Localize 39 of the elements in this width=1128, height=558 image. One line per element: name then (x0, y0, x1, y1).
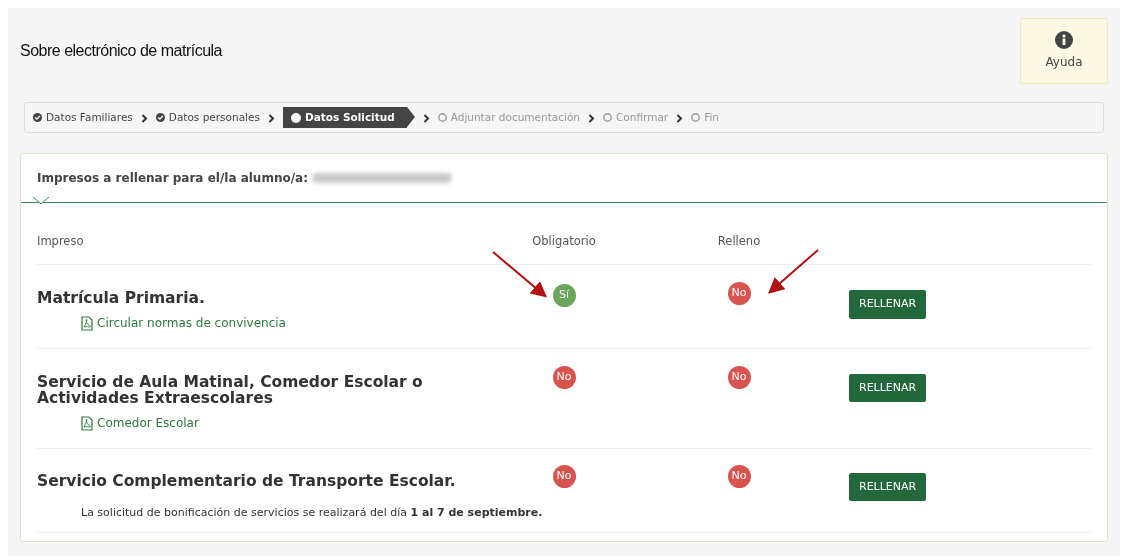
status-badge: No (552, 464, 576, 488)
column-header: Impreso (37, 234, 84, 248)
help-button[interactable]: Ayuda (1020, 18, 1108, 84)
page-title: Sobre electrónico de matrícula (20, 41, 222, 61)
status-badge: No (552, 365, 576, 389)
note-text: La solicitud de bonificación de servicios se realizará del día 1 al 7 de septiembre. (81, 505, 543, 522)
panel-heading: Impresos a rellenar para el/la alumno/a: (37, 170, 308, 187)
circle-icon (437, 113, 447, 122)
status-badge: Sí (552, 284, 576, 307)
status-badge: No (727, 282, 751, 305)
chevron-icon (422, 113, 430, 123)
form-name: Servicio de Aula Matinal, Comedor Escolar o Actividades Extraescolares (37, 373, 424, 407)
fill-button[interactable]: RELLENAR (849, 472, 927, 502)
status-badge: No (727, 365, 751, 389)
check-circle-icon (33, 113, 42, 122)
circle-icon (290, 112, 301, 123)
check-circle-icon (155, 113, 165, 122)
form-name: Matrícula Primaria. (37, 290, 206, 307)
arrow (768, 249, 819, 294)
pdf-file-icon (81, 415, 93, 431)
column-header: Obligatorio (532, 234, 596, 248)
chevron-icon (267, 113, 275, 123)
chevron-icon (140, 113, 148, 123)
fill-button[interactable]: RELLENAR (849, 290, 927, 319)
circle-icon (603, 113, 612, 122)
form-name: Servicio Complementario de Transporte Escolar. (37, 472, 457, 490)
step[interactable]: Datos personales (155, 109, 260, 126)
document-link[interactable]: Comedor Escolar (81, 414, 199, 433)
chevron-icon (588, 113, 595, 123)
info-icon (1055, 31, 1073, 49)
pdf-file-icon (81, 315, 93, 331)
column-header: Relleno (717, 234, 761, 248)
fill-button[interactable]: RELLENAR (849, 373, 927, 403)
step[interactable]: Datos Familiares (33, 109, 133, 126)
status-badge: No (727, 464, 751, 488)
circle-icon (691, 113, 701, 122)
chevron-icon (676, 113, 684, 123)
arrow (492, 251, 548, 298)
document-link[interactable]: Circular normas de convivencia (81, 314, 286, 333)
